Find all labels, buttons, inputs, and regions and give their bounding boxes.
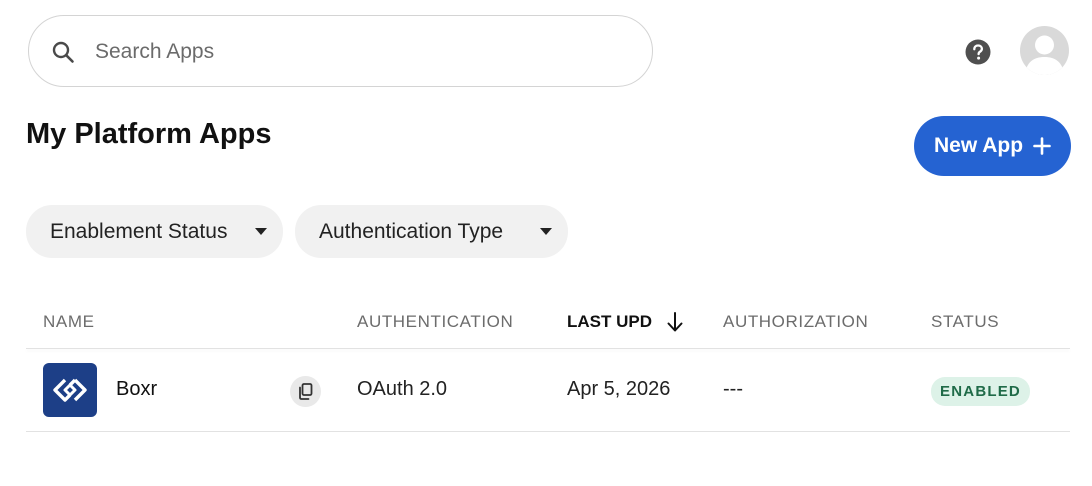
search-icon xyxy=(52,41,74,63)
avatar[interactable] xyxy=(1020,26,1069,75)
cell-authentication: OAuth 2.0 xyxy=(357,378,448,400)
column-header-name[interactable]: NAME xyxy=(43,312,95,332)
caret-down-icon xyxy=(255,228,267,235)
filter-label: Authentication Type xyxy=(319,219,504,243)
app-name[interactable]: Boxr xyxy=(116,378,157,401)
copy-icon xyxy=(299,383,313,400)
column-header-authentication[interactable]: AUTHENTICATION xyxy=(357,312,513,332)
filter-authentication-type[interactable]: Authentication Type xyxy=(295,205,568,258)
row-divider xyxy=(26,431,1070,432)
new-app-label: New App xyxy=(933,134,1024,157)
new-app-button[interactable]: New App xyxy=(914,116,1071,176)
cell-authorization: --- xyxy=(723,378,743,400)
filter-enablement-status[interactable]: Enablement Status xyxy=(26,205,283,258)
column-header-status[interactable]: STATUS xyxy=(931,312,999,332)
user-silhouette-icon xyxy=(1025,35,1064,75)
header-divider xyxy=(26,348,1070,349)
copy-button[interactable] xyxy=(290,376,321,407)
cell-last-updated: Apr 5, 2026 xyxy=(567,378,671,400)
caret-down-icon xyxy=(540,228,552,235)
column-header-last-updated[interactable]: LAST UPD xyxy=(567,312,652,332)
search-input[interactable] xyxy=(95,34,615,70)
status-badge: ENABLED xyxy=(931,377,1030,406)
page-title: My Platform Apps xyxy=(26,118,272,150)
filter-label: Enablement Status xyxy=(50,219,228,243)
column-header-authorization[interactable]: AUTHORIZATION xyxy=(723,312,868,332)
question-circle-icon[interactable] xyxy=(965,39,991,65)
plus-icon xyxy=(1033,137,1051,155)
boxr-logo-icon xyxy=(53,378,87,402)
sort-descending-icon[interactable] xyxy=(666,311,684,333)
app-logo xyxy=(43,363,97,417)
search-bar[interactable] xyxy=(28,15,653,87)
